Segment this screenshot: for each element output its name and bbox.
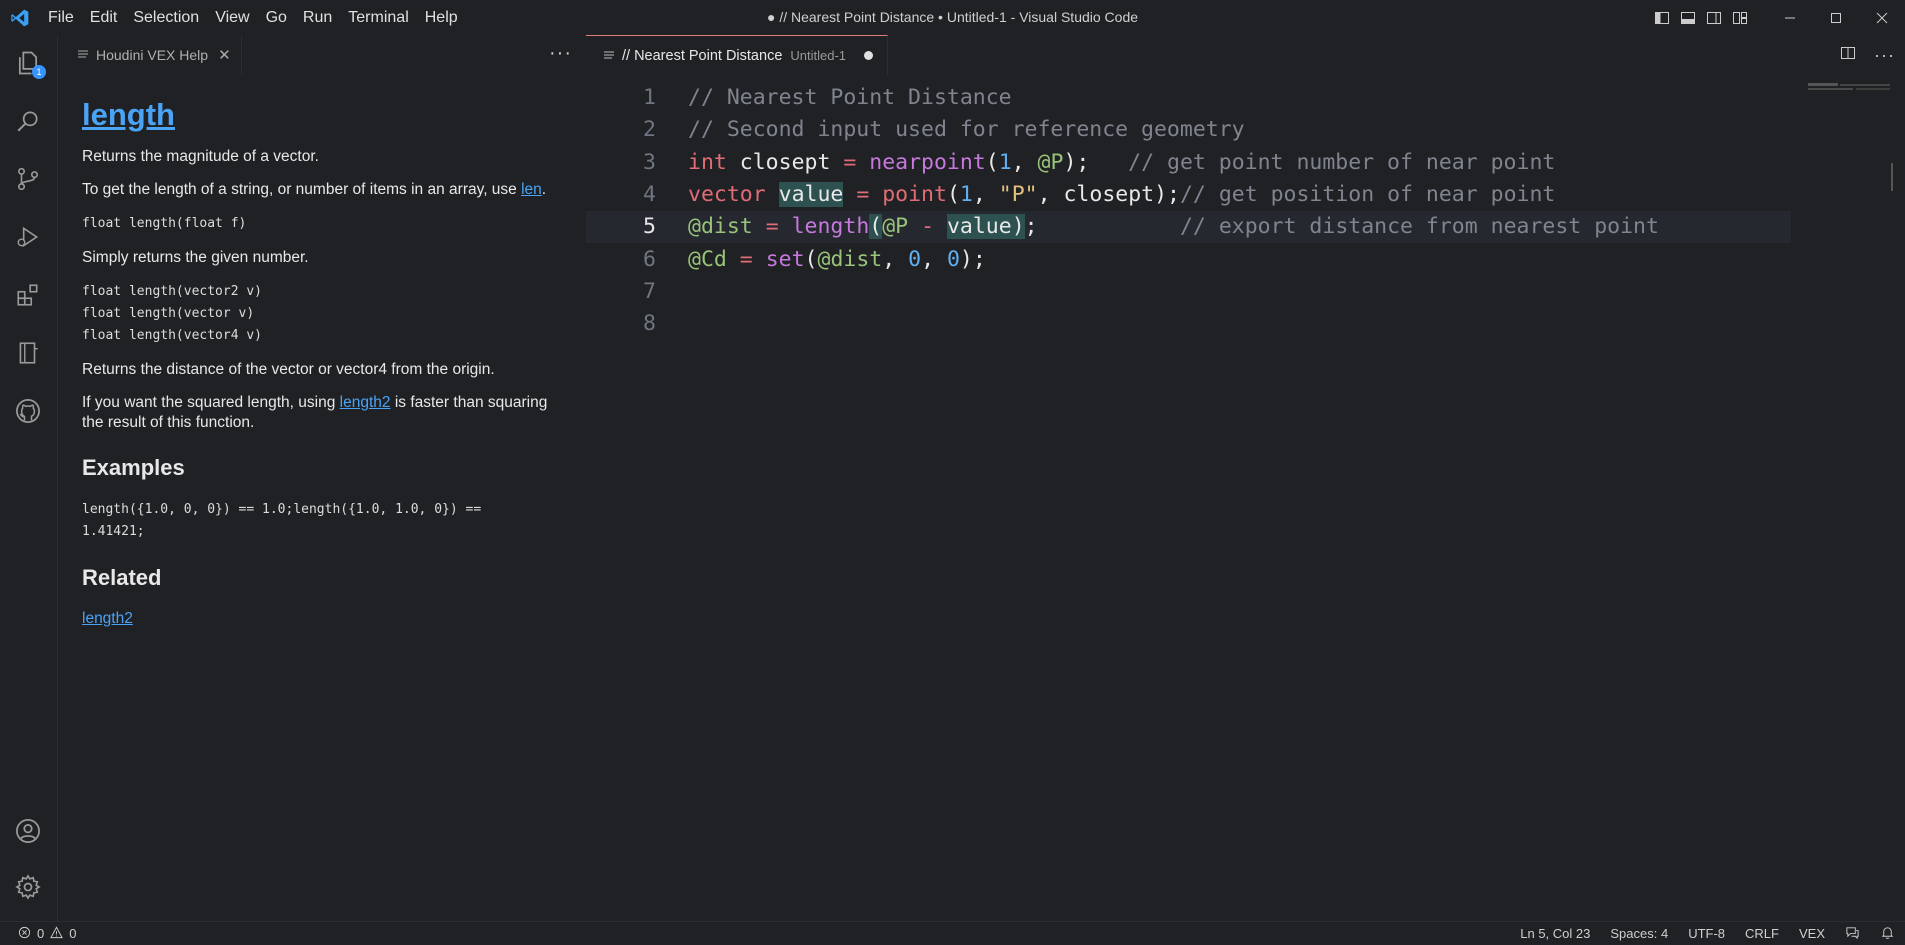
error-count: 0 (37, 926, 45, 941)
toggle-panel-icon[interactable] (1675, 0, 1701, 35)
signature: float length(float f) (82, 216, 247, 231)
editor-tab-name: // Nearest Point Distance (622, 47, 783, 64)
help-tab-label: Houdini VEX Help (96, 47, 209, 63)
menu-help[interactable]: Help (417, 9, 466, 27)
customize-layout-icon[interactable] (1727, 0, 1753, 35)
encoding[interactable]: UTF-8 (1688, 926, 1725, 941)
help-content: length Returns the magnitude of a vector… (58, 75, 586, 629)
split-editor-icon[interactable] (1840, 45, 1856, 66)
more-actions-icon[interactable]: ··· (549, 35, 572, 75)
example-code: length({1.0, 0, 0}) == 1.0;length({1.0, … (82, 502, 482, 539)
code-text: @dist = length(@P - value); // export di… (688, 214, 1659, 240)
related-link-length2[interactable]: length2 (82, 610, 133, 627)
code-text: // Nearest Point Distance (688, 85, 1012, 110)
signature: float length(vector2 v) float length(vec… (82, 284, 263, 343)
code-line[interactable]: 8 (586, 308, 1791, 340)
menu-selection[interactable]: Selection (125, 9, 207, 27)
line-number: 7 (643, 278, 656, 304)
indentation[interactable]: Spaces: 4 (1610, 926, 1668, 941)
menu-go[interactable]: Go (258, 9, 295, 27)
line-number: 8 (643, 311, 656, 337)
language-mode[interactable]: VEX (1799, 926, 1825, 941)
activity-bar: 1 (0, 35, 56, 921)
unsaved-dot-icon[interactable] (864, 51, 874, 60)
menu-view[interactable]: View (207, 9, 257, 27)
help-tab[interactable]: Houdini VEX Help ✕ (58, 35, 242, 75)
line-number: 6 (643, 246, 656, 272)
editor-more-icon[interactable]: ··· (1874, 45, 1895, 66)
help-text: To get the length of a string, or number… (82, 181, 547, 198)
explorer-icon[interactable]: 1 (0, 39, 56, 87)
toggle-primary-sidebar-icon[interactable] (1649, 0, 1675, 35)
accounts-icon[interactable] (0, 807, 56, 855)
menu-terminal[interactable]: Terminal (340, 9, 416, 27)
code-line[interactable]: 3 int closept = nearpoint(1, @P); // get … (586, 147, 1791, 179)
houdini-help-icon[interactable] (0, 329, 56, 377)
help-text: Returns the distance of the vector or ve… (82, 361, 495, 378)
menu-run[interactable]: Run (295, 9, 340, 27)
line-number: 2 (643, 117, 656, 143)
code-line[interactable]: 6 @Cd = set(@dist, 0, 0); (586, 244, 1791, 276)
end-of-line[interactable]: CRLF (1745, 926, 1779, 941)
toggle-secondary-sidebar-icon[interactable] (1701, 0, 1727, 35)
menu-file[interactable]: File (40, 9, 82, 27)
code-text: // Second input used for reference geome… (688, 117, 1245, 143)
related-item: length2 (82, 609, 562, 629)
warning-count: 0 (69, 926, 77, 941)
line-number: 1 (643, 85, 656, 110)
explorer-badge: 1 (32, 65, 46, 79)
source-control-icon[interactable] (0, 155, 56, 203)
code-text: @Cd = set(@dist, 0, 0); (688, 246, 986, 272)
editor-area: // Nearest Point Distance Untitled-1 ···… (586, 34, 1905, 921)
search-icon[interactable] (0, 97, 56, 145)
code-line[interactable]: 2 // Second input used for reference geom… (586, 114, 1791, 146)
help-text: Returns the magnitude of a vector. (82, 148, 319, 165)
notifications-bell-icon[interactable] (1880, 925, 1895, 943)
line-number: 3 (643, 149, 656, 175)
github-icon[interactable] (0, 387, 56, 435)
link-len[interactable]: len (521, 181, 542, 198)
line-number: 4 (643, 181, 656, 207)
help-title[interactable]: length (82, 97, 562, 133)
help-text: If you want the squared length, using le… (82, 394, 548, 431)
title-bar: File Edit Selection View Go Run Terminal… (0, 0, 1905, 35)
code-editor[interactable]: 1 // Nearest Point Distance 2 // Second inp… (586, 75, 1905, 921)
feedback-icon[interactable] (1845, 925, 1860, 943)
related-heading: Related (82, 565, 162, 590)
examples-heading: Examples (82, 455, 185, 480)
vscode-logo-icon (0, 0, 40, 35)
code-line[interactable]: 1 // Nearest Point Distance (586, 82, 1791, 114)
minimize-icon[interactable] (1767, 0, 1813, 35)
settings-gear-icon[interactable] (0, 863, 56, 911)
minimap[interactable] (1808, 83, 1893, 93)
code-text: int closept = nearpoint(1, @P); // get p… (688, 149, 1556, 175)
code-line[interactable]: 7 (586, 276, 1791, 308)
error-icon (18, 926, 31, 942)
code-text: vector value = point(1, "P", closept);//… (688, 181, 1556, 207)
editor-tab-desc: Untitled-1 (790, 48, 847, 63)
editor-tab[interactable]: // Nearest Point Distance Untitled-1 (586, 34, 889, 76)
menu-edit[interactable]: Edit (82, 9, 126, 27)
list-icon (78, 50, 88, 58)
run-debug-icon[interactable] (0, 213, 56, 261)
problems-status[interactable]: 0 0 (0, 925, 77, 942)
warning-icon (50, 925, 64, 942)
list-icon (604, 51, 614, 58)
status-bar: 0 0 Ln 5, Col 23 Spaces: 4 UTF-8 CRLF VE… (0, 921, 1905, 945)
close-icon[interactable]: ✕ (218, 46, 231, 64)
close-window-icon[interactable] (1859, 0, 1905, 35)
maximize-icon[interactable] (1813, 0, 1859, 35)
cursor-position[interactable]: Ln 5, Col 23 (1520, 926, 1590, 941)
code-line[interactable]: 5 @dist = length(@P - value); // export d… (586, 211, 1791, 244)
help-panel: Houdini VEX Help ✕ ··· length Returns th… (57, 35, 587, 921)
line-number: 5 (643, 214, 656, 240)
help-text: Simply returns the given number. (82, 249, 309, 266)
scrollbar[interactable] (1891, 163, 1905, 191)
link-length2[interactable]: length2 (340, 394, 391, 411)
code-line[interactable]: 4 vector value = point(1, "P", closept);/… (586, 179, 1791, 211)
menu-bar: File Edit Selection View Go Run Terminal… (40, 9, 466, 27)
extensions-icon[interactable] (0, 271, 56, 319)
